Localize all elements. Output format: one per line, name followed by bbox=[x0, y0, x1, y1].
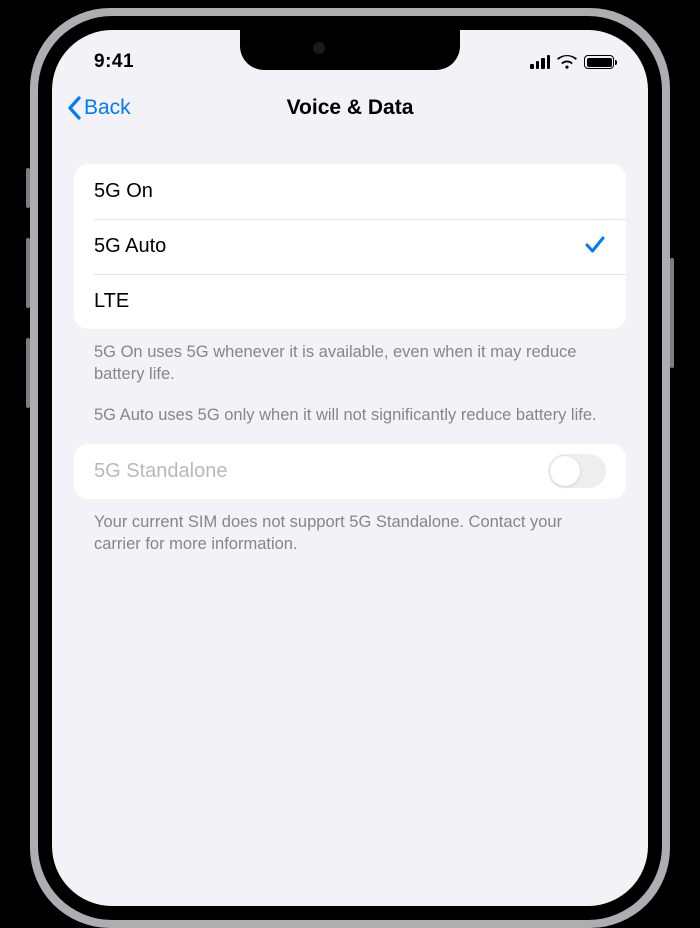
navigation-bar: Back Voice & Data bbox=[52, 80, 648, 136]
content-area: 5G On 5G Auto LTE 5G On uses 5G whenever… bbox=[52, 136, 648, 555]
option-5g-on[interactable]: 5G On bbox=[74, 164, 626, 219]
phone-bezel: 9:41 bbox=[38, 16, 662, 920]
cellular-signal-icon bbox=[530, 55, 550, 69]
mute-switch bbox=[26, 168, 30, 208]
front-camera bbox=[313, 42, 325, 54]
standalone-label: 5G Standalone bbox=[94, 460, 227, 483]
option-label: 5G On bbox=[94, 180, 153, 203]
standalone-footer-text: Your current SIM does not support 5G Sta… bbox=[74, 499, 626, 556]
volume-up-button bbox=[26, 238, 30, 308]
chevron-left-icon bbox=[66, 96, 82, 120]
phone-frame: 9:41 bbox=[30, 8, 670, 928]
status-time: 9:41 bbox=[94, 51, 134, 73]
option-5g-standalone: 5G Standalone bbox=[74, 444, 626, 499]
footer-paragraph-3: Your current SIM does not support 5G Sta… bbox=[94, 511, 606, 556]
option-label: LTE bbox=[94, 290, 129, 313]
volume-down-button bbox=[26, 338, 30, 408]
standalone-group: 5G Standalone bbox=[74, 444, 626, 499]
option-label: 5G Auto bbox=[94, 235, 166, 258]
standalone-toggle bbox=[548, 454, 606, 488]
back-button[interactable]: Back bbox=[66, 96, 131, 120]
option-lte[interactable]: LTE bbox=[74, 274, 626, 329]
back-label: Back bbox=[84, 96, 131, 120]
screen: 9:41 bbox=[52, 30, 648, 906]
option-5g-auto[interactable]: 5G Auto bbox=[74, 219, 626, 274]
toggle-knob bbox=[550, 456, 580, 486]
footer-paragraph-2: 5G Auto uses 5G only when it will not si… bbox=[94, 404, 606, 426]
page-title: Voice & Data bbox=[52, 96, 648, 120]
notch bbox=[240, 30, 460, 70]
status-icons bbox=[530, 55, 614, 69]
wifi-icon bbox=[557, 55, 577, 69]
battery-icon bbox=[584, 55, 614, 69]
side-buttons-left bbox=[26, 168, 30, 438]
footer-paragraph-1: 5G On uses 5G whenever it is available, … bbox=[94, 341, 606, 386]
options-footer-text: 5G On uses 5G whenever it is available, … bbox=[74, 329, 626, 426]
checkmark-icon bbox=[584, 233, 606, 261]
power-button bbox=[670, 258, 674, 368]
voice-data-options-group: 5G On 5G Auto LTE bbox=[74, 164, 626, 329]
